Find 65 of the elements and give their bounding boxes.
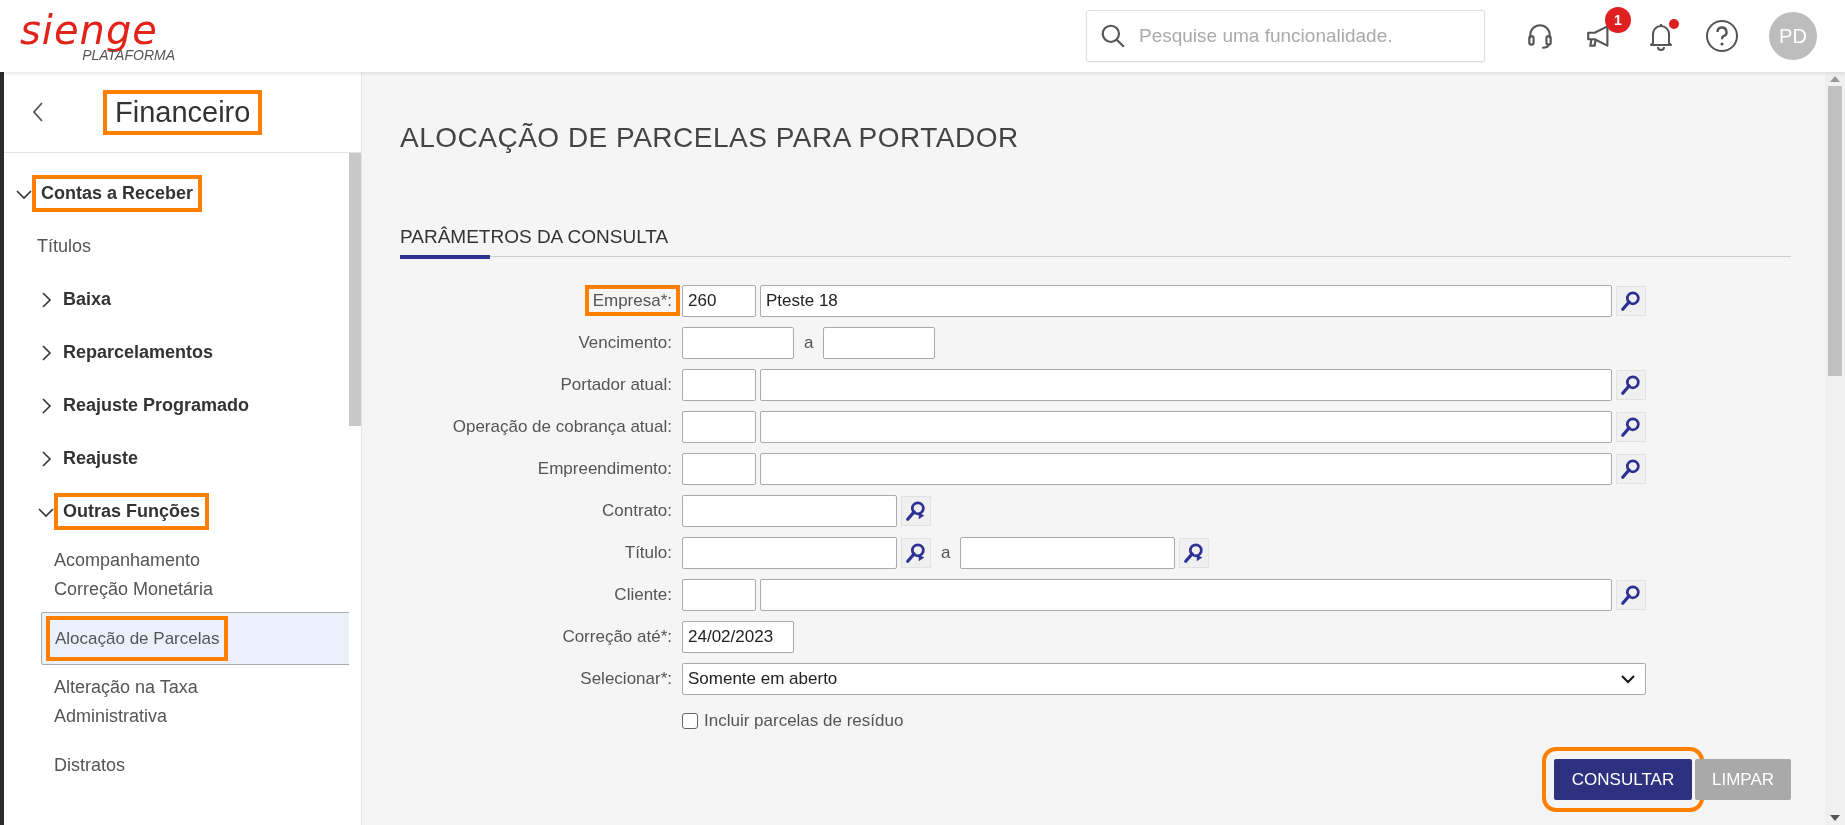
field-label: Vencimento:	[577, 332, 673, 354]
code-field[interactable]	[682, 411, 756, 443]
caret-icon	[1621, 674, 1635, 684]
headset-icon[interactable]	[1525, 21, 1555, 51]
field-label: Contrato:	[601, 500, 673, 522]
menu-item[interactable]: Alteração na Taxa Administrativa	[41, 665, 347, 739]
logo[interactable]: sienge PLATAFORMA	[20, 10, 175, 62]
help-icon[interactable]	[1705, 19, 1739, 53]
menu-item[interactable]: Títulos	[4, 220, 347, 273]
search-icon	[1100, 23, 1126, 49]
code-field[interactable]	[682, 369, 756, 401]
lookup-button[interactable]	[1616, 454, 1646, 484]
text-field[interactable]	[682, 495, 897, 527]
to-field[interactable]	[960, 537, 1176, 569]
section-title: PARÂMETROS DA CONSULTA	[400, 226, 669, 247]
bell-icon[interactable]	[1647, 21, 1675, 51]
lookup-button[interactable]	[901, 538, 931, 568]
consult-button[interactable]: CONSULTAR	[1554, 759, 1692, 800]
field-label: Portador atual:	[559, 374, 673, 396]
checkbox-label: Incluir parcelas de resíduo	[704, 711, 904, 731]
notification-badge: 1	[1605, 7, 1631, 33]
lookup-button[interactable]	[1616, 412, 1646, 442]
code-field[interactable]	[682, 453, 756, 485]
range-separator: a	[940, 543, 952, 563]
scrollbar-thumb[interactable]	[1828, 86, 1842, 376]
page-title: ALOCAÇÃO DE PARCELAS PARA PORTADOR	[400, 122, 1020, 154]
menu-group[interactable]: Outras Funções	[4, 485, 347, 538]
name-field[interactable]	[760, 453, 1612, 485]
field-label: Operação de cobrança atual:	[451, 416, 673, 438]
menu-group[interactable]: Reajuste Programado	[4, 379, 347, 432]
name-field[interactable]	[760, 369, 1612, 401]
field-label: Selecionar*:	[579, 668, 673, 690]
range-separator: a	[803, 333, 815, 353]
select-dropdown[interactable]: Somente em aberto	[682, 663, 1646, 695]
name-field[interactable]: Pteste 18	[760, 285, 1612, 317]
lookup-button[interactable]	[1616, 580, 1646, 610]
lookup-button[interactable]	[1616, 286, 1646, 316]
from-field[interactable]	[682, 327, 794, 359]
menu-group[interactable]: Baixa	[4, 273, 347, 326]
from-field[interactable]	[682, 537, 897, 569]
name-field[interactable]	[760, 579, 1612, 611]
back-chevron-icon[interactable]	[32, 101, 44, 123]
field-label: Correção até*:	[561, 626, 673, 648]
search-field[interactable]: Pesquise uma funcionalidade.	[1086, 10, 1485, 62]
menu-group[interactable]: Reajuste	[4, 432, 347, 485]
menu-item[interactable]: Acompanhamento Correção Monetária	[41, 538, 347, 612]
menu-item[interactable]: Distratos	[41, 739, 347, 792]
field-label: Empreendimento:	[536, 458, 673, 480]
scroll-up-icon[interactable]	[1830, 76, 1840, 82]
lookup-button[interactable]	[901, 496, 931, 526]
name-field[interactable]	[760, 411, 1612, 443]
scroll-down-icon[interactable]	[1830, 815, 1840, 821]
menu-item[interactable]: Alocação de Parcelas	[41, 612, 349, 665]
to-field[interactable]	[823, 327, 936, 359]
code-field[interactable]: 260	[682, 285, 756, 317]
field-label: Título:	[623, 542, 673, 564]
lookup-button[interactable]	[1179, 538, 1210, 568]
field-label: Cliente:	[613, 584, 673, 606]
menu-group[interactable]: Contas a Receber	[4, 167, 347, 220]
menu-group[interactable]: Reparcelamentos	[4, 326, 347, 379]
scrollbar-thumb[interactable]	[349, 153, 361, 426]
checkbox[interactable]	[682, 713, 698, 729]
date-field[interactable]: 24/02/2023	[682, 621, 794, 653]
lookup-button[interactable]	[1616, 370, 1646, 400]
code-field[interactable]	[682, 579, 756, 611]
